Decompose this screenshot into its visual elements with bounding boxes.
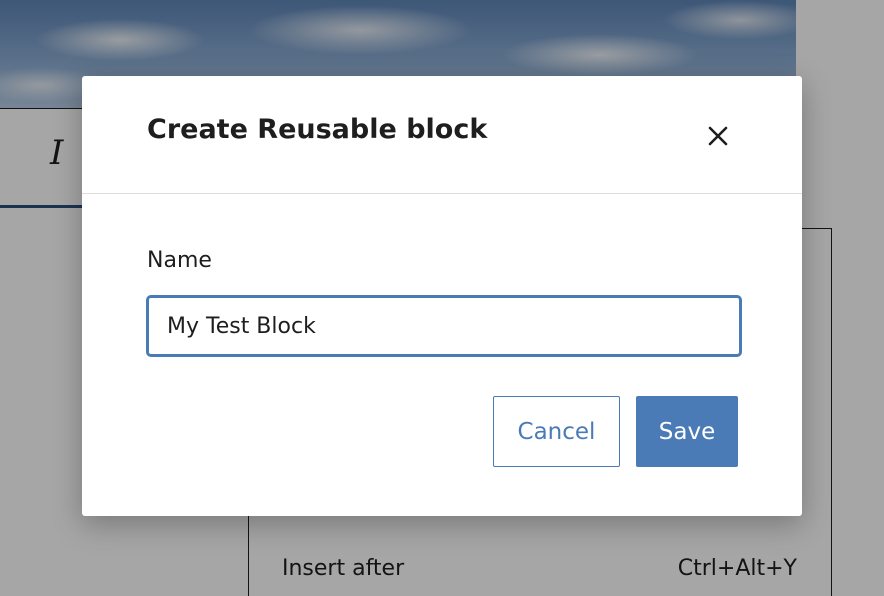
create-reusable-block-modal: Create Reusable block Name Cancel Save — [82, 76, 802, 516]
name-input[interactable] — [147, 296, 741, 356]
close-button[interactable] — [696, 116, 740, 156]
modal-header: Create Reusable block — [82, 76, 802, 194]
save-button[interactable]: Save — [636, 396, 738, 467]
cancel-button[interactable]: Cancel — [493, 396, 620, 467]
name-label: Name — [147, 248, 212, 273]
close-icon — [708, 126, 728, 146]
modal-title: Create Reusable block — [147, 114, 488, 145]
